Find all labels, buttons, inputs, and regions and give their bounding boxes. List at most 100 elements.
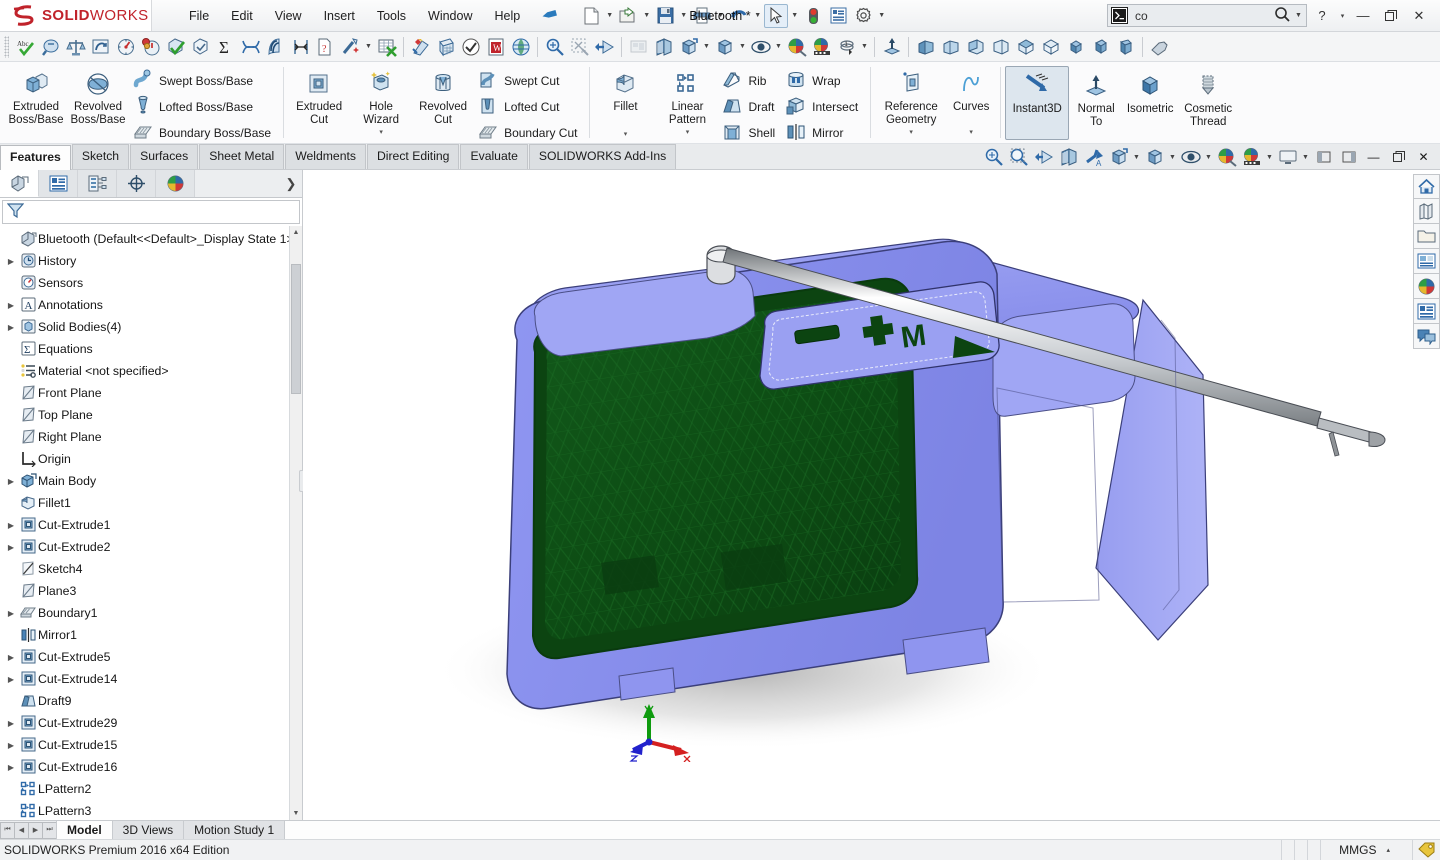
deviation-analysis-button[interactable] bbox=[288, 34, 313, 60]
compare-documents-button[interactable]: ? bbox=[313, 34, 338, 60]
zoom-to-area-button[interactable] bbox=[567, 34, 592, 60]
options-button[interactable] bbox=[851, 4, 875, 28]
bluetooth-speaker-model[interactable]: M bbox=[303, 170, 1440, 820]
options-caret-icon[interactable]: ▼ bbox=[876, 5, 887, 27]
design-library-button[interactable] bbox=[1412, 199, 1440, 224]
reference-geometry-button[interactable]: Reference Geometry ▾ bbox=[875, 64, 947, 137]
zoom-to-area-button[interactable] bbox=[1006, 145, 1031, 169]
tree-expand-arrow-icon[interactable]: ▶ bbox=[4, 719, 18, 728]
open-document-button[interactable] bbox=[616, 4, 640, 28]
tree-node[interactable]: ▶ Cut-Extrude2 bbox=[0, 536, 302, 558]
tree-node[interactable]: ▶ Cut-Extrude5 bbox=[0, 646, 302, 668]
file-explorer-button[interactable] bbox=[1412, 224, 1440, 249]
zebra-stripes-button[interactable] bbox=[263, 34, 288, 60]
tab-display-manager[interactable] bbox=[156, 170, 195, 197]
previous-view-button[interactable] bbox=[1031, 145, 1056, 169]
intersect-button[interactable]: Intersect bbox=[782, 94, 865, 120]
print-caret-icon[interactable]: ▼ bbox=[715, 5, 726, 27]
hide-show-items-caret-icon[interactable]: ▼ bbox=[1131, 146, 1142, 168]
tree-expand-arrow-icon[interactable]: ▶ bbox=[4, 609, 18, 618]
next-tab-button[interactable]: ▶ bbox=[28, 821, 43, 839]
print-button[interactable] bbox=[690, 4, 714, 28]
first-tab-button[interactable]: ⏮ bbox=[0, 821, 15, 839]
normal-to-button[interactable] bbox=[879, 34, 904, 60]
dimetric-view-button[interactable] bbox=[1113, 34, 1138, 60]
check-geometry-button[interactable] bbox=[163, 34, 188, 60]
zoom-to-fit-button[interactable] bbox=[542, 34, 567, 60]
wrap-button[interactable]: Wrap bbox=[782, 68, 865, 94]
feature-tree-filter[interactable] bbox=[2, 200, 300, 224]
help-button[interactable]: ? bbox=[1309, 4, 1335, 28]
tree-node[interactable]: Sketch4 bbox=[0, 558, 302, 580]
front-view-button[interactable] bbox=[913, 34, 938, 60]
extruded-cut-button[interactable]: Extruded Cut bbox=[288, 64, 350, 127]
close-window-button[interactable]: ✕ bbox=[1406, 4, 1432, 28]
tree-node[interactable]: Material <not specified> bbox=[0, 360, 302, 382]
hole-wizard-caret-icon[interactable]: ▾ bbox=[379, 128, 383, 136]
tree-node[interactable]: ▶ Cut-Extrude15 bbox=[0, 734, 302, 756]
revolved-boss-base-button[interactable]: Revolved Boss/Base bbox=[67, 64, 129, 127]
tree-node[interactable]: ▶ A Annotations bbox=[0, 294, 302, 316]
tree-expand-arrow-icon[interactable]: ▶ bbox=[4, 477, 18, 486]
rebuild-button[interactable] bbox=[801, 4, 825, 28]
menu-insert[interactable]: Insert bbox=[313, 5, 366, 27]
tab-sheet-metal[interactable]: Sheet Metal bbox=[199, 144, 285, 169]
tree-node[interactable]: Origin bbox=[0, 448, 302, 470]
rollback-bar-caret-icon[interactable]: ▼ bbox=[859, 36, 870, 58]
eye-appearance-button[interactable] bbox=[1178, 145, 1203, 169]
import-diagnostics-button[interactable] bbox=[338, 34, 363, 60]
file-properties-button[interactable] bbox=[826, 4, 850, 28]
rollback-bar-button[interactable]: 1 bbox=[834, 34, 859, 60]
tree-node[interactable]: ▶ Solid Bodies(4) bbox=[0, 316, 302, 338]
display-style-caret-icon[interactable]: ▼ bbox=[737, 36, 748, 58]
mirror-button[interactable]: Mirror bbox=[782, 120, 865, 143]
tree-node[interactable]: ▶ Cut-Extrude29 bbox=[0, 712, 302, 734]
tree-node[interactable]: LPattern2 bbox=[0, 778, 302, 800]
tab-configuration-manager[interactable] bbox=[78, 170, 117, 197]
apply-scene-button[interactable] bbox=[784, 34, 809, 60]
view-settings-button[interactable] bbox=[809, 34, 834, 60]
tab-features[interactable]: Features bbox=[0, 145, 71, 170]
left-view-button[interactable] bbox=[963, 34, 988, 60]
appearances-scenes-button[interactable] bbox=[1412, 274, 1440, 299]
hide-show-components-caret-icon[interactable]: ▼ bbox=[773, 36, 784, 58]
fillet-button[interactable]: Fillet ▾ bbox=[594, 64, 656, 139]
draft-button[interactable]: Draft bbox=[718, 94, 782, 120]
tree-expand-arrow-icon[interactable]: ▶ bbox=[4, 653, 18, 662]
view-settings-caret-icon[interactable]: ▼ bbox=[1264, 146, 1275, 168]
solidworks-resources-button[interactable] bbox=[1412, 174, 1440, 199]
tree-node[interactable]: ▶ Main Body bbox=[0, 470, 302, 492]
tab-surfaces[interactable]: Surfaces bbox=[130, 144, 199, 169]
lofted-boss-base-button[interactable]: Lofted Boss/Base bbox=[129, 94, 278, 120]
search-input[interactable]: co bbox=[1128, 9, 1272, 23]
monitor-button[interactable] bbox=[1275, 145, 1300, 169]
extruded-boss-base-button[interactable]: Extruded Boss/Base bbox=[5, 64, 67, 127]
section-view-button[interactable] bbox=[651, 34, 676, 60]
eye-appearance-caret-icon[interactable]: ▼ bbox=[1203, 146, 1214, 168]
restore-panel-left-icon[interactable] bbox=[1311, 145, 1336, 169]
menu-file[interactable]: File bbox=[178, 5, 220, 27]
select-button[interactable] bbox=[764, 3, 789, 28]
top-view-button[interactable] bbox=[1013, 34, 1038, 60]
menu-window[interactable]: Window bbox=[417, 5, 483, 27]
geometry-analysis-button[interactable] bbox=[188, 34, 213, 60]
excel-export-button[interactable] bbox=[374, 34, 399, 60]
toolbar-grip-handle[interactable] bbox=[4, 35, 9, 58]
fillet-caret-icon[interactable]: ▾ bbox=[624, 130, 628, 138]
tree-expand-arrow-icon[interactable]: ▶ bbox=[4, 543, 18, 552]
custom-properties-button[interactable] bbox=[1412, 299, 1440, 324]
graphics-viewport[interactable]: M bbox=[303, 170, 1440, 820]
tab-direct-editing[interactable]: Direct Editing bbox=[366, 144, 460, 169]
curvature-button[interactable] bbox=[238, 34, 263, 60]
design-checker-button[interactable] bbox=[38, 34, 63, 60]
display-style-button[interactable] bbox=[1142, 145, 1167, 169]
tree-node[interactable]: ▶ History bbox=[0, 250, 302, 272]
tree-node[interactable]: ▶ Cut-Extrude1 bbox=[0, 514, 302, 536]
tab-weldments[interactable]: Weldments bbox=[285, 144, 366, 169]
tree-node[interactable]: Sensors bbox=[0, 272, 302, 294]
single-view-button[interactable] bbox=[1147, 34, 1172, 60]
magnifier-icon[interactable] bbox=[1272, 6, 1293, 26]
swept-cut-button[interactable]: Swept Cut bbox=[474, 68, 584, 94]
simulation-button[interactable] bbox=[433, 34, 458, 60]
tree-node[interactable]: Mirror1 bbox=[0, 624, 302, 646]
